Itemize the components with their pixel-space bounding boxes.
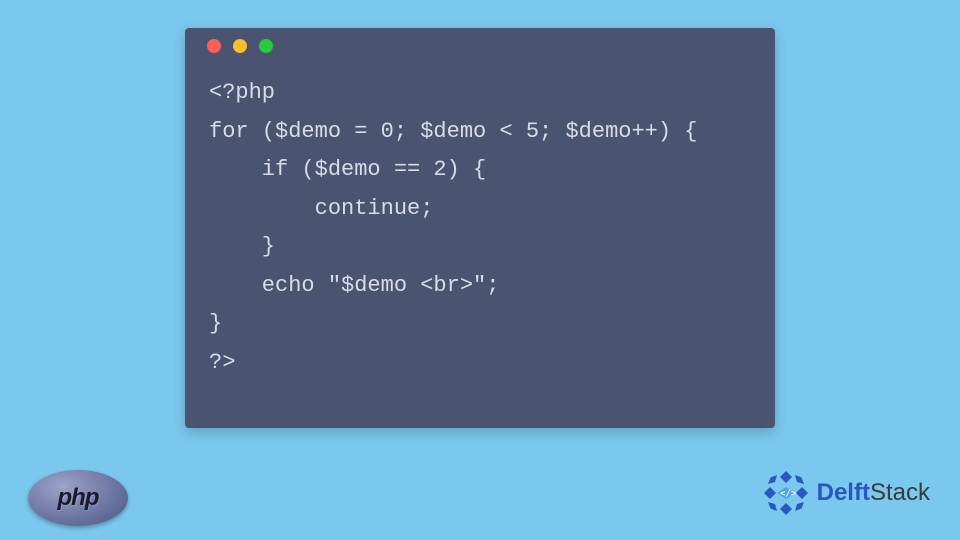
code-line: if ($demo == 2) { bbox=[209, 157, 486, 182]
code-line: ?> bbox=[209, 350, 235, 375]
code-line: <?php bbox=[209, 80, 275, 105]
code-window: <?php for ($demo = 0; $demo < 5; $demo++… bbox=[185, 28, 775, 428]
code-line: continue; bbox=[209, 196, 433, 221]
delftstack-text: DelftStack bbox=[817, 479, 930, 507]
minimize-icon bbox=[233, 39, 247, 53]
delftstack-icon: </> bbox=[761, 468, 811, 518]
delftstack-logo: </> DelftStack bbox=[761, 468, 930, 518]
code-line: } bbox=[209, 311, 222, 336]
delft-prefix: Delft bbox=[817, 479, 870, 506]
svg-text:</>: </> bbox=[780, 489, 797, 499]
code-line: echo "$demo <br>"; bbox=[209, 273, 499, 298]
close-icon bbox=[207, 39, 221, 53]
php-logo-text: php bbox=[58, 484, 99, 512]
maximize-icon bbox=[259, 39, 273, 53]
window-titlebar bbox=[185, 28, 775, 64]
code-line: for ($demo = 0; $demo < 5; $demo++) { bbox=[209, 119, 697, 144]
delft-suffix: Stack bbox=[870, 479, 930, 506]
php-logo-ellipse: php bbox=[28, 470, 128, 526]
code-line: } bbox=[209, 234, 275, 259]
code-block: <?php for ($demo = 0; $demo < 5; $demo++… bbox=[185, 64, 775, 402]
php-logo: php bbox=[28, 470, 128, 526]
